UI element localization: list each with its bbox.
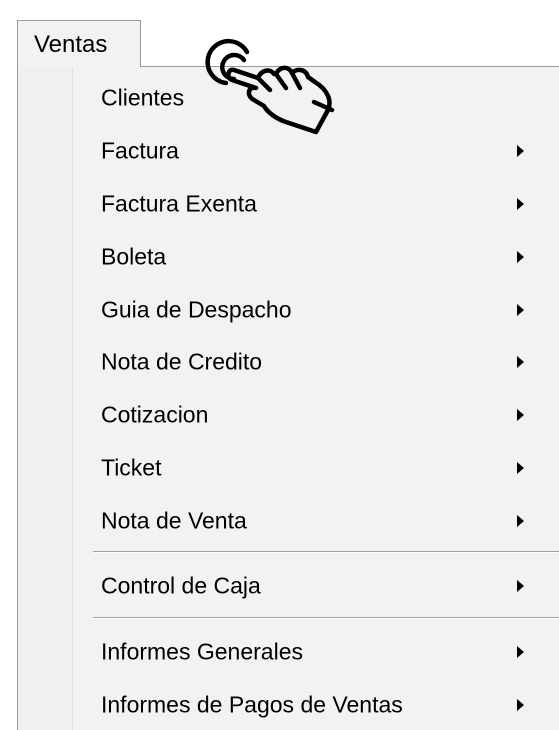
menu-item-label: Clientes	[101, 84, 185, 111]
submenu-arrow-icon	[517, 356, 524, 368]
menu-item-label: Factura	[101, 137, 179, 164]
menu-item-ticket[interactable]: Ticket	[74, 442, 559, 494]
ventas-dropdown-menu: Clientes Factura Factura Exenta Boleta G…	[17, 66, 559, 730]
menu-item-label: Cotizacion	[101, 401, 209, 428]
menu-item-control-de-caja[interactable]: Control de Caja	[74, 560, 559, 612]
submenu-arrow-icon	[517, 699, 524, 711]
submenu-arrow-icon	[517, 580, 524, 592]
submenu-arrow-icon	[517, 462, 524, 474]
menu-item-nota-de-venta[interactable]: Nota de Venta	[74, 495, 559, 547]
menu-item-boleta[interactable]: Boleta	[74, 231, 559, 283]
menu-ventas[interactable]: Ventas	[17, 20, 141, 67]
menu-ventas-label: Ventas	[34, 31, 108, 58]
menu-item-label: Factura Exenta	[101, 190, 257, 217]
menu-item-label: Nota de Credito	[101, 348, 263, 375]
menu-item-informes-de-pagos-de-ventas[interactable]: Informes de Pagos de Ventas	[74, 679, 559, 730]
submenu-arrow-icon	[517, 409, 524, 421]
menu-icon-gutter	[18, 67, 73, 730]
submenu-arrow-icon	[517, 198, 524, 210]
submenu-arrow-icon	[517, 304, 524, 316]
menu-item-cotizacion[interactable]: Cotizacion	[74, 389, 559, 441]
menu-separator	[93, 617, 559, 619]
tab-join	[18, 65, 140, 68]
app-window: Ventas Clientes Factura Factura Exenta B…	[0, 0, 559, 730]
menu-item-informes-generales[interactable]: Informes Generales	[74, 626, 559, 678]
menu-item-label: Control de Caja	[101, 572, 261, 599]
submenu-arrow-icon	[517, 515, 524, 527]
submenu-arrow-icon	[517, 646, 524, 658]
hand-pointer-click-icon	[205, 38, 335, 135]
menu-item-nota-de-credito[interactable]: Nota de Credito	[74, 336, 559, 388]
menu-item-label: Boleta	[101, 243, 167, 270]
menu-separator	[93, 551, 559, 553]
menu-item-label: Informes de Pagos de Ventas	[101, 691, 403, 718]
menu-item-factura-exenta[interactable]: Factura Exenta	[74, 178, 559, 230]
submenu-arrow-icon	[517, 251, 524, 263]
menu-item-label: Informes Generales	[101, 638, 303, 665]
menu-item-label: Nota de Venta	[101, 507, 247, 534]
submenu-arrow-icon	[517, 145, 524, 157]
menu-item-label: Guia de Despacho	[101, 296, 292, 323]
menu-item-label: Ticket	[101, 454, 162, 481]
menu-item-guia-de-despacho[interactable]: Guia de Despacho	[74, 284, 559, 336]
